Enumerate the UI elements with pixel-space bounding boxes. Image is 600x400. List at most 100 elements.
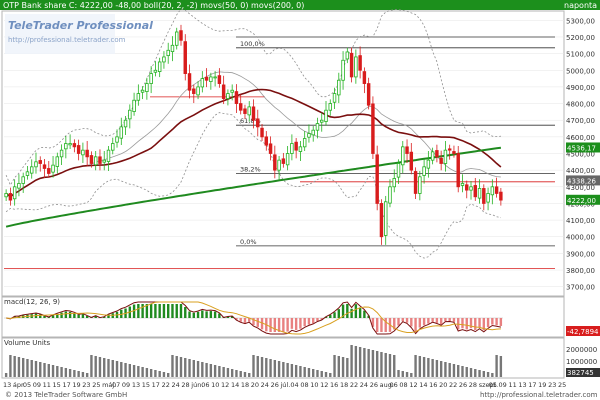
candle-body — [311, 129, 315, 136]
candle-body — [209, 76, 213, 82]
volume-bar — [457, 365, 460, 377]
macd-histogram-bar — [201, 310, 204, 318]
fib-label: 38,2% — [240, 165, 261, 173]
volume-bar — [196, 361, 200, 377]
macd-histogram-bar — [184, 307, 187, 318]
candle-body — [4, 193, 8, 198]
candle-body — [128, 109, 132, 120]
macd-histogram-bar — [358, 307, 362, 318]
x-tick-label: 24 — [261, 381, 269, 389]
macd-histogram-bar — [380, 318, 383, 332]
x-tick-label: 14 — [231, 381, 239, 389]
volume-bar — [269, 359, 272, 377]
macd-histogram-bar — [299, 318, 302, 329]
volume-bar — [431, 359, 434, 377]
volume-bar — [222, 367, 225, 377]
x-tick-label: 25 — [92, 381, 100, 389]
macd-histogram-bar — [81, 314, 85, 318]
candle-body — [196, 86, 200, 96]
volume-bar — [209, 364, 213, 377]
volume-bar — [115, 361, 119, 377]
x-tick-label: 18 — [241, 381, 249, 389]
candle-body — [8, 193, 13, 201]
x-tick-label: 15 — [142, 381, 150, 389]
volume-bar — [474, 369, 477, 377]
volume-bar — [107, 359, 110, 377]
x-tick-label: 23 — [548, 381, 556, 389]
x-tick-label: 12 — [221, 381, 229, 389]
volume-bar — [312, 369, 315, 377]
volume-bar — [324, 372, 328, 377]
volume-bar — [418, 356, 422, 377]
volume-bar — [273, 360, 277, 377]
macd-histogram-bar — [435, 318, 439, 323]
footer-url[interactable]: http://professional.teletrader.com — [480, 391, 598, 399]
volume-bar — [243, 372, 247, 377]
macd-histogram-bar — [149, 304, 153, 318]
candle-body — [482, 188, 486, 204]
volume-bar — [226, 368, 230, 377]
price-tag: 4536,17 — [567, 144, 596, 152]
y-tick-label: 3900,00 — [566, 250, 595, 258]
volume-bar — [205, 363, 208, 377]
macd-histogram-bar — [401, 318, 404, 322]
candle-body — [93, 156, 98, 166]
candle-body — [439, 157, 443, 164]
x-tick-label: 26 — [459, 381, 467, 389]
candle-body — [243, 108, 247, 114]
macd-histogram-bar — [282, 318, 285, 332]
volume-tick-label: 2000000 — [566, 346, 597, 354]
y-tick-label: 4000,00 — [566, 234, 595, 242]
macd-histogram-bar — [439, 318, 443, 325]
volume-bar — [167, 373, 170, 377]
macd-histogram-bar — [461, 318, 464, 329]
volume-bar — [145, 368, 149, 377]
macd-histogram-bar — [499, 318, 503, 326]
volume-bar — [239, 371, 242, 377]
price-tag: 4338,26 — [567, 177, 596, 185]
volume-bar — [154, 370, 157, 377]
volume-bar — [34, 361, 38, 377]
macd-histogram-bar — [410, 318, 413, 327]
volume-bar — [375, 351, 379, 377]
volume-bar — [294, 365, 298, 377]
macd-histogram-bar — [465, 318, 468, 330]
volume-bar — [290, 364, 294, 377]
candle-body — [490, 186, 495, 196]
period-label[interactable]: napontа — [564, 1, 597, 10]
candle-body — [98, 156, 102, 164]
macd-histogram-bar — [68, 311, 72, 318]
volume-bar — [9, 355, 12, 377]
candle-body — [140, 89, 145, 93]
macd-histogram-bar — [495, 318, 498, 326]
volume-bar — [482, 371, 486, 377]
volume-bar — [81, 372, 85, 377]
candle-body — [332, 93, 337, 103]
candle-body — [379, 203, 384, 238]
volume-bar — [333, 355, 336, 377]
candle-body — [396, 163, 401, 178]
macd-histogram-bar — [422, 318, 426, 326]
macd-histogram-bar — [354, 304, 358, 318]
volume-bar — [120, 362, 123, 377]
x-tick-label: 24 — [171, 381, 179, 389]
candle-body — [413, 171, 418, 194]
macd-histogram-bar — [188, 311, 191, 318]
candle-body — [375, 154, 379, 204]
x-tick-label: 10 — [211, 381, 219, 389]
candle-body — [21, 176, 25, 184]
y-tick-label: 3700,00 — [566, 284, 595, 292]
fib-label: 0,0% — [240, 238, 257, 246]
candle-body — [55, 156, 60, 167]
candle-body — [51, 164, 55, 173]
candle-body — [72, 143, 77, 148]
candle-body — [499, 191, 503, 201]
volume-bar — [51, 365, 55, 377]
volume-bar — [358, 347, 362, 377]
x-tick-label: 05 — [23, 381, 31, 389]
macd-histogram-bar — [269, 318, 272, 332]
candle-body — [175, 31, 179, 46]
candle-body — [273, 154, 277, 171]
x-tick-label: 04 — [290, 381, 298, 389]
volume-bar — [213, 365, 217, 377]
